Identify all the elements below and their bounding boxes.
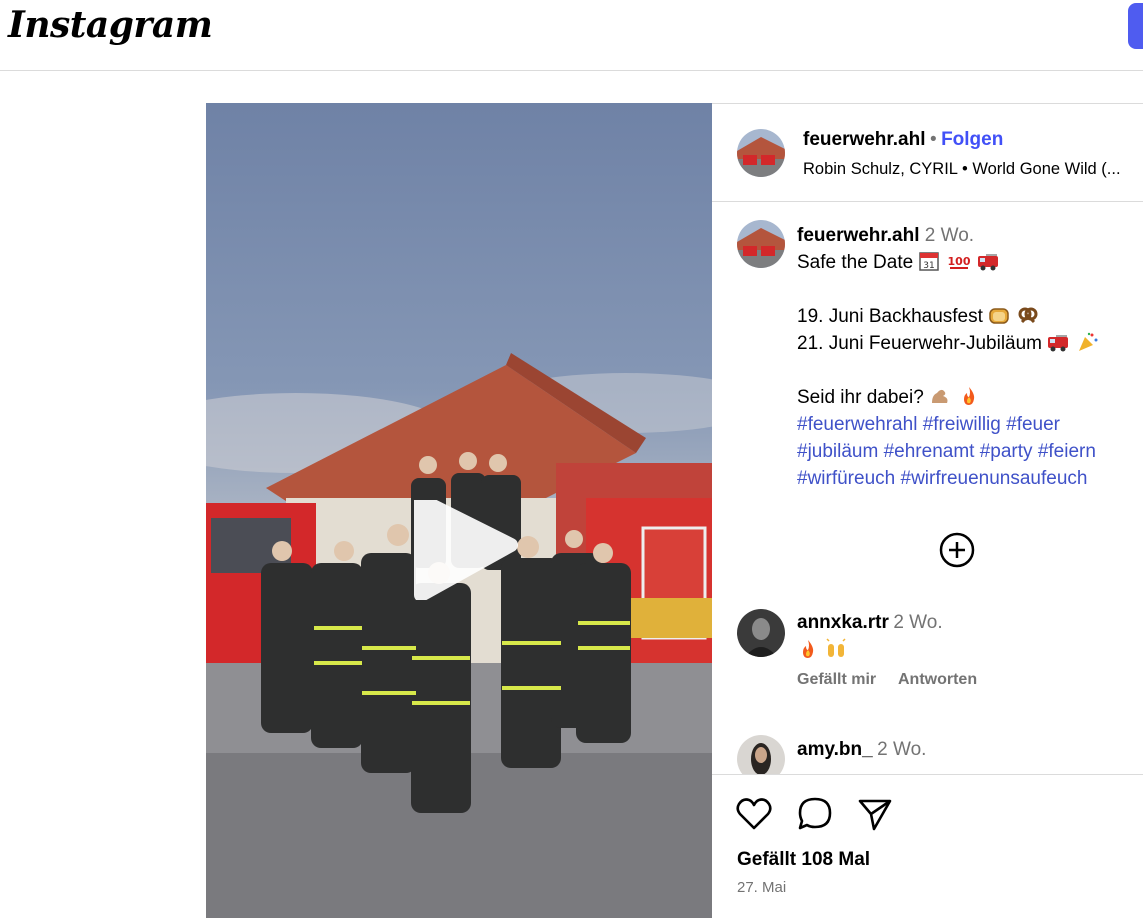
bread-icon bbox=[989, 308, 1009, 324]
hashtag-list: #feuerwehrahl #freiwillig #feuer #jubilä… bbox=[797, 411, 1137, 492]
account-username[interactable]: feuerwehr.ahl bbox=[803, 129, 926, 150]
flexed-biceps-icon bbox=[932, 389, 948, 403]
post-video[interactable] bbox=[206, 103, 712, 918]
party-popper-icon bbox=[1078, 332, 1098, 351]
hashtag-link[interactable]: #feiern bbox=[1038, 441, 1096, 462]
hashtag-link[interactable]: #ehrenamt bbox=[884, 441, 975, 462]
hashtag-link[interactable]: #wirfüreuch bbox=[797, 468, 895, 489]
heart-icon[interactable] bbox=[735, 795, 773, 833]
raising-hands-icon bbox=[826, 638, 846, 657]
music-info[interactable]: Robin Schulz, CYRIL • World Gone Wild (.… bbox=[803, 160, 1143, 179]
svg-text:100: 100 bbox=[948, 255, 970, 268]
post-panel: feuerwehr.ahl • Folgen Robin Schulz, CYR… bbox=[712, 103, 1143, 920]
instagram-logo[interactable]: Instagram bbox=[8, 4, 213, 46]
post-caption: feuerwehr.ahl 2 Wo. Safe the Date 31 100… bbox=[797, 222, 1137, 492]
fire-engine-icon bbox=[1048, 335, 1069, 352]
calendar-icon: 31 bbox=[919, 252, 940, 271]
hashtag-link[interactable]: #feuer bbox=[1006, 414, 1060, 435]
svg-text:31: 31 bbox=[924, 261, 935, 271]
top-bar: Instagram bbox=[0, 0, 1143, 71]
video-frame bbox=[206, 103, 712, 918]
comment-item: amy.bn_ 2 Wo. bbox=[797, 739, 926, 761]
add-circle-icon[interactable] bbox=[939, 532, 975, 568]
account-avatar[interactable] bbox=[737, 129, 785, 177]
hashtag-link[interactable]: #wirfreuenunsaufeuch bbox=[901, 468, 1088, 489]
hashtag-link[interactable]: #party bbox=[980, 441, 1033, 462]
like-comment-button[interactable]: Gefällt mir bbox=[797, 671, 876, 688]
commenter-avatar[interactable] bbox=[737, 609, 785, 657]
pretzel-icon bbox=[1018, 307, 1038, 324]
hashtag-link[interactable]: #freiwillig bbox=[923, 414, 1001, 435]
fire-icon bbox=[803, 640, 814, 658]
caption-username[interactable]: feuerwehr.ahl bbox=[797, 225, 920, 246]
caption-line-4: Seid ihr dabei? bbox=[797, 387, 924, 408]
caption-time: 2 Wo. bbox=[924, 225, 975, 246]
comment-username[interactable]: annxka.rtr bbox=[797, 612, 889, 633]
post-header: feuerwehr.ahl • Folgen Robin Schulz, CYR… bbox=[712, 104, 1143, 202]
comment-icon[interactable] bbox=[796, 795, 834, 833]
post-date: 27. Mai bbox=[737, 879, 787, 896]
top-action-button[interactable] bbox=[1128, 3, 1143, 49]
caption-line-3: 21. Juni Feuerwehr-Jubiläum bbox=[797, 333, 1043, 354]
likes-count[interactable]: Gefällt 108 Mal bbox=[737, 849, 870, 871]
follow-button[interactable]: Folgen bbox=[941, 129, 1003, 150]
hundred-icon: 100 bbox=[948, 255, 970, 269]
comment-time: 2 Wo. bbox=[893, 612, 943, 633]
reply-button[interactable]: Antworten bbox=[898, 671, 977, 688]
fire-icon bbox=[964, 387, 975, 405]
comment-item: annxka.rtr 2 Wo. Gefällt mir Antworten bbox=[797, 612, 995, 689]
share-icon[interactable] bbox=[856, 795, 894, 833]
caption-line-1: Safe the Date bbox=[797, 252, 914, 273]
caption-line-2: 19. Juni Backhausfest bbox=[797, 306, 983, 327]
comment-time: 2 Wo. bbox=[877, 739, 927, 760]
fire-engine-icon bbox=[978, 254, 999, 271]
caption-avatar[interactable] bbox=[737, 220, 785, 268]
hashtag-link[interactable]: #feuerwehrahl bbox=[797, 414, 917, 435]
post-actions-footer: Gefällt 108 Mal 27. Mai bbox=[712, 774, 1143, 920]
comment-username[interactable]: amy.bn_ bbox=[797, 739, 873, 760]
separator-dot: • bbox=[929, 129, 937, 150]
hashtag-link[interactable]: #jubiläum bbox=[797, 441, 878, 462]
